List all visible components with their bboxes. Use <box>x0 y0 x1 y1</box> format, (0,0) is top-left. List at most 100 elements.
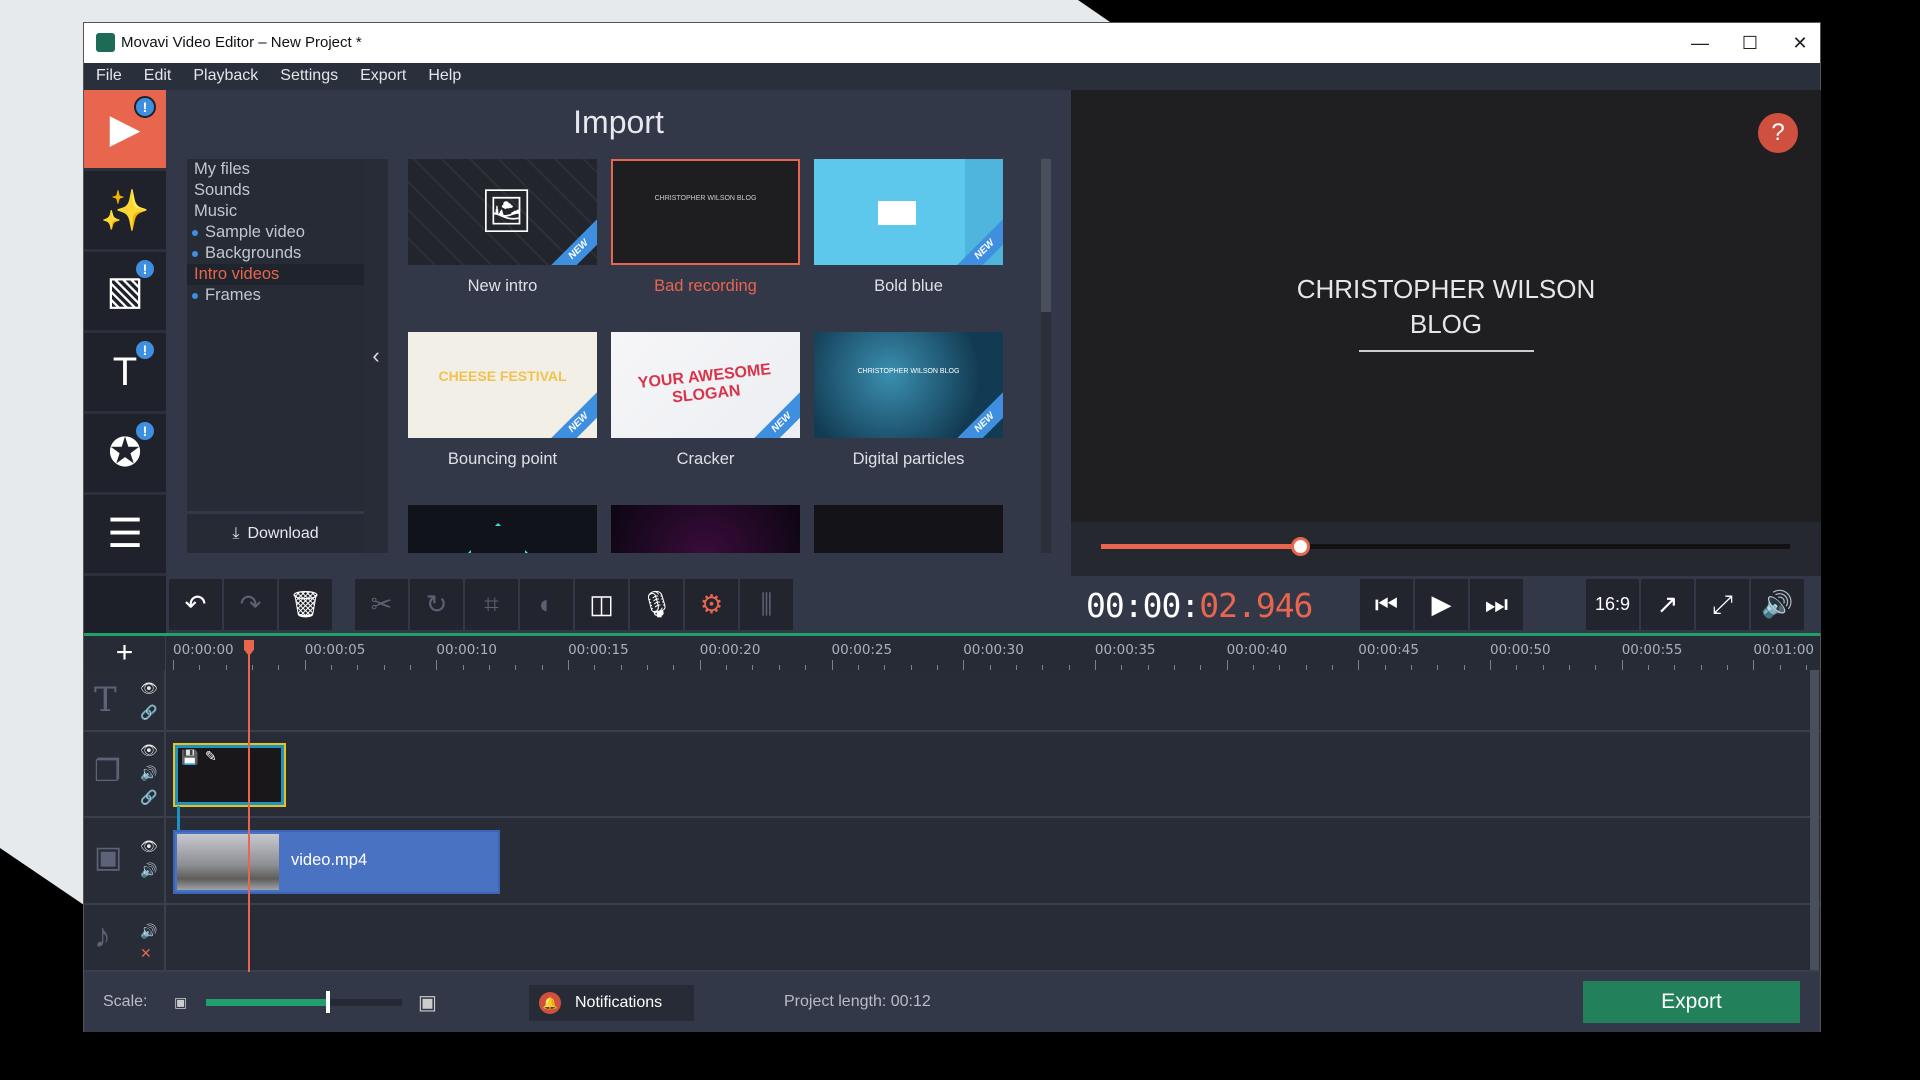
intro-tile[interactable]: CHEESE FESTIVAL NEW Bouncing point <box>408 332 597 469</box>
scale-slider-handle[interactable] <box>325 991 330 1013</box>
speaker-icon[interactable]: 🔊 <box>140 923 157 940</box>
zoom-out-icon[interactable]: ▣ <box>174 994 187 1011</box>
intro-tile[interactable]: CHRISTOPHER WILSON BLOG NEW Digital partic… <box>814 332 1003 469</box>
sidebar-tool-titles[interactable]: T! <box>84 333 166 414</box>
undo-button[interactable]: ↶ <box>169 579 222 630</box>
category-item[interactable]: Sounds <box>187 180 364 201</box>
sidebar-tool-transitions[interactable]: ▧! <box>84 252 166 333</box>
menu-playback[interactable]: Playback <box>181 63 268 85</box>
next-button[interactable]: ⏭ <box>1470 579 1523 630</box>
category-item[interactable]: Sample video <box>187 222 364 243</box>
intro-tile[interactable]: NEW Bold blue <box>814 159 1003 296</box>
playback-progress-handle[interactable] <box>1290 537 1310 556</box>
export-button[interactable]: Export <box>1583 981 1800 1023</box>
speaker-icon[interactable]: 🔊 <box>140 862 157 879</box>
unlink-icon[interactable]: ✕ <box>140 945 152 962</box>
sidebar-tool-magic-wand[interactable]: ✨ <box>84 171 166 252</box>
intro-tile[interactable]: YOUR AWESOME SLOGAN NEW Cracker <box>611 332 800 469</box>
title-bar: Movavi Video Editor – New Project * — ☐ … <box>84 23 1820 63</box>
ruler-label: 00:00:45 <box>1358 642 1419 658</box>
menu-export[interactable]: Export <box>348 63 416 85</box>
scrollbar-thumb[interactable] <box>1041 159 1051 312</box>
collapse-panel-button[interactable]: ‹ <box>364 159 388 553</box>
intro-label: Bold blue <box>874 277 943 295</box>
notifications-button[interactable]: 🔔 Notifications <box>529 985 694 1021</box>
intro-tile[interactable] <box>611 505 800 553</box>
category-item[interactable]: My files <box>187 159 364 180</box>
category-item[interactable]: Frames <box>187 285 364 306</box>
transition-button[interactable]: ◫ <box>575 579 628 630</box>
preview-text-line1: CHRISTOPHER WILSON <box>1296 274 1596 304</box>
text-track-icon: T <box>94 680 117 720</box>
equalizer-button[interactable]: ⫼ <box>740 579 793 630</box>
previous-button[interactable]: ⏮ <box>1360 579 1413 630</box>
link-icon[interactable]: 🔗 <box>140 704 157 721</box>
add-track-button[interactable]: + <box>84 636 166 670</box>
menu-edit[interactable]: Edit <box>132 63 182 85</box>
fullscreen-button[interactable]: ⤢ <box>1696 579 1749 630</box>
video-clip[interactable]: video.mp4 <box>173 830 500 894</box>
delete-button[interactable]: 🗑 <box>279 579 332 630</box>
aspect-ratio-icon: 16:9 <box>1594 594 1631 614</box>
timeline-ruler[interactable]: 00:00:00 00:00:05 00:00:10 00:00:15 00:00:20… <box>84 636 1820 670</box>
cut-button[interactable]: ✂ <box>355 579 408 630</box>
menu-settings[interactable]: Settings <box>268 63 348 85</box>
help-button[interactable]: ? <box>1758 113 1798 153</box>
track-header: ▣ 👁 🔊 <box>84 818 166 903</box>
edit-icon[interactable]: ✎ <box>205 748 217 765</box>
detach-preview-button[interactable]: ↗ <box>1641 579 1694 630</box>
intro-tile[interactable]: 🖼 NEW New intro <box>408 159 597 296</box>
fullscreen-icon: ⤢ <box>1712 588 1733 619</box>
video-clip-name: video.mp4 <box>291 851 368 869</box>
notification-badge: ! <box>134 96 156 118</box>
sidebar-tool-import-film[interactable]: ▶! <box>84 90 166 171</box>
color-adjust-button[interactable]: ◐ <box>520 579 573 630</box>
menu-help[interactable]: Help <box>416 63 471 85</box>
play-button[interactable]: ▶ <box>1415 579 1468 630</box>
transition-icon: ◫ <box>589 589 614 619</box>
settings-button[interactable]: ⚙ <box>685 579 738 630</box>
intro-tile[interactable]: CHRISTOPHER WILSON BLOG Bad recording <box>611 159 800 296</box>
category-item[interactable]: Music <box>187 201 364 222</box>
import-scrollbar[interactable] <box>1041 159 1051 553</box>
rotate-icon: ↻ <box>425 589 448 619</box>
overlay-clip[interactable]: 💾 ✎ <box>173 743 286 807</box>
crop-button[interactable]: ⌗ <box>465 579 518 630</box>
eye-icon[interactable]: 👁 <box>140 742 158 759</box>
zoom-in-icon[interactable]: ▣ <box>418 990 437 1015</box>
playhead[interactable] <box>248 640 250 972</box>
speaker-icon[interactable]: 🔊 <box>140 765 157 782</box>
redo-button[interactable]: ↷ <box>224 579 277 630</box>
download-button[interactable]: ⤓ Download <box>187 511 364 553</box>
aspect-ratio-button[interactable]: 16:9 <box>1586 579 1639 630</box>
close-button[interactable]: ✕ <box>1770 23 1830 63</box>
thumbnail-text: CHRISTOPHER WILSON BLOG <box>857 368 960 375</box>
project-length-label: Project length: <box>784 993 887 1010</box>
chevron-left-icon: ‹ <box>372 343 380 368</box>
intro-thumbnail <box>611 505 800 553</box>
save-icon[interactable]: 💾 <box>181 749 198 766</box>
rotate-button[interactable]: ↻ <box>410 579 463 630</box>
intro-label: Cracker <box>676 450 735 468</box>
edit-toolbar: ↶ ↷ 🗑 ✂ ↻ ⌗ ◐ ◫ 🎙 ⚙ ⫼ <box>166 576 1071 633</box>
category-item[interactable]: Backgrounds <box>187 243 364 264</box>
microphone-button[interactable]: 🎙 <box>630 579 683 630</box>
menu-file[interactable]: File <box>84 63 132 85</box>
volume-button[interactable]: 🔊 <box>1751 579 1804 630</box>
intro-tile[interactable] <box>814 505 1003 553</box>
link-icon[interactable]: 🔗 <box>140 789 157 806</box>
sidebar-tool-more-list[interactable]: ☰ <box>84 495 166 576</box>
category-item[interactable]: Intro videos <box>187 264 364 285</box>
delete-icon: 🗑 <box>288 589 322 619</box>
eye-icon[interactable]: 👁 <box>140 680 158 697</box>
new-badge: NEW <box>950 215 1003 265</box>
intro-tile[interactable] <box>408 505 597 553</box>
overlay-track: ❐ 👁 🔊 🔗 <box>84 732 1820 818</box>
intro-thumbnail: NEW <box>814 159 1003 265</box>
intro-label: New intro <box>467 277 538 295</box>
intro-thumbnail: CHEESE FESTIVAL NEW <box>408 332 597 438</box>
eye-icon[interactable]: 👁 <box>140 838 158 855</box>
notification-badge: ! <box>134 420 156 442</box>
timeline-scrollbar[interactable] <box>1810 670 1819 970</box>
sidebar-tool-stickers-star[interactable]: ✪! <box>84 414 166 495</box>
